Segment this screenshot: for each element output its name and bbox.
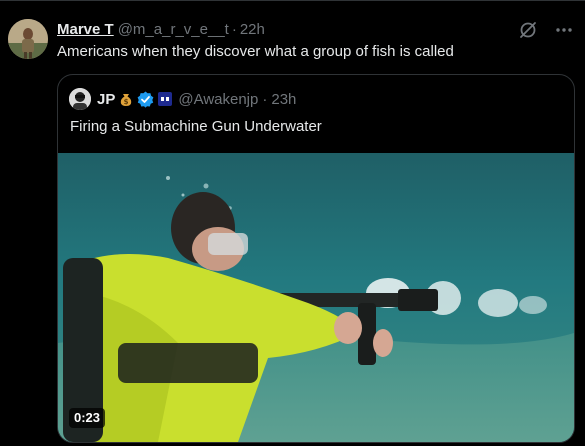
quoted-author-avatar[interactable] [69,88,91,110]
grok-icon[interactable] [517,19,539,41]
post-timestamp[interactable]: 22h [240,21,265,38]
post-actions [517,19,575,41]
separator-dot: · [262,90,268,108]
post-header: Marve T @m_a_r_v_e__t · 22h [57,19,265,39]
post-text: Americans when they discover what a grou… [57,43,454,60]
svg-text:$: $ [124,98,129,106]
quoted-post-timestamp[interactable]: 23h [271,91,296,108]
quoted-post-header: JP $ @Awakenjp · 23h [69,88,296,110]
emoji-badge-icon [157,91,173,107]
separator-dot: · [231,20,237,38]
verified-badge-icon[interactable] [137,91,154,108]
quoted-post[interactable]: JP $ @Awakenjp · 23h Firing a Submachine… [57,74,575,443]
post-card[interactable]: Marve T @m_a_r_v_e__t · 22h Americans wh… [0,0,585,446]
quoted-author-handle[interactable]: @Awakenjp [178,91,258,108]
video-duration: 0:23 [69,408,106,428]
video-thumbnail [58,153,574,442]
author-avatar[interactable] [8,19,48,59]
author-name[interactable]: Marve T [57,21,114,38]
money-bag-icon: $ [118,91,134,107]
video-player[interactable]: 0:23 [58,153,574,442]
quoted-author-name[interactable]: JP [97,91,115,108]
author-handle[interactable]: @m_a_r_v_e__t [118,21,229,38]
quoted-post-text: Firing a Submachine Gun Underwater [70,118,322,135]
more-icon[interactable] [553,19,575,41]
